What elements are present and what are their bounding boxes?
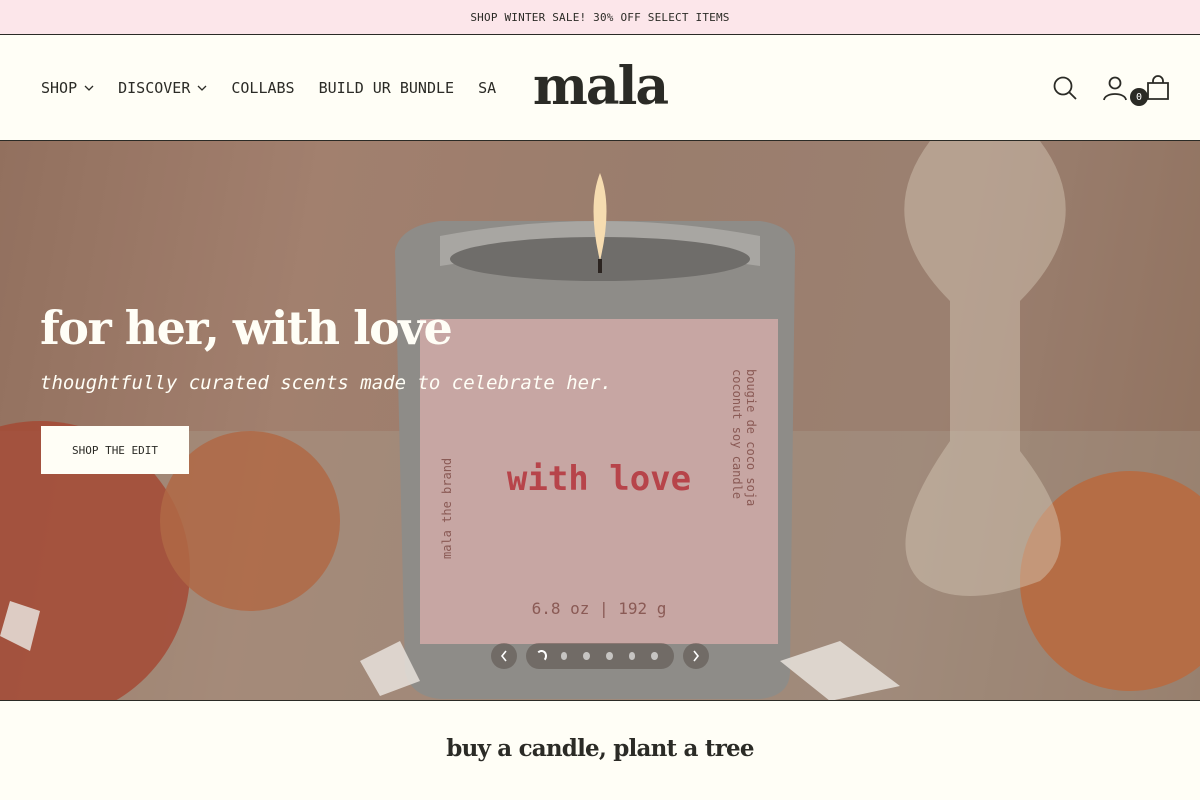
- slide-dot[interactable]: [628, 652, 636, 660]
- slide-dot[interactable]: [560, 652, 568, 660]
- chevron-down-icon: [84, 85, 94, 91]
- hero-subtitle: thoughtfully curated scents made to cele…: [40, 372, 612, 394]
- nav-item-collabs[interactable]: COLLABS: [231, 79, 294, 97]
- nav-item-label: SA: [478, 79, 497, 97]
- section-title: buy a candle, plant a tree: [446, 735, 754, 762]
- candle-label-side-right-1: coconut soy candle: [730, 369, 744, 500]
- slide-dot[interactable]: [651, 652, 659, 660]
- slide-next-button[interactable]: [683, 643, 709, 669]
- nav-item-build-ur-bundle[interactable]: BUILD UR BUNDLE: [319, 79, 454, 97]
- nav-item-shop[interactable]: SHOP: [41, 79, 94, 97]
- site-header: SHOP DISCOVER COLLABS BUILD UR BUNDLE SA…: [0, 35, 1200, 141]
- nav-item-label: COLLABS: [231, 79, 295, 97]
- account-icon[interactable]: [1102, 75, 1128, 101]
- slide-dot[interactable]: [583, 652, 591, 660]
- candle-label-side-left: mala the brand: [440, 457, 454, 559]
- candle-label-side-right-2: bougie de coco soja: [744, 369, 758, 507]
- chevron-left-icon: [500, 650, 507, 662]
- nav-item-label: BUILD UR BUNDLE: [318, 79, 455, 97]
- search-icon[interactable]: [1052, 75, 1078, 101]
- nav-item-sa[interactable]: SA: [478, 79, 496, 97]
- brand-logo[interactable]: mala: [524, 57, 676, 117]
- announcement-bar: SHOP WINTER SALE! 30% OFF SELECT ITEMS: [0, 0, 1200, 35]
- nav-item-discover[interactable]: DISCOVER: [118, 79, 207, 97]
- chevron-right-icon: [693, 650, 700, 662]
- chevron-down-icon: [197, 85, 207, 91]
- slide-dot-active[interactable]: [536, 650, 547, 662]
- hero-title: for her, with love: [40, 301, 453, 355]
- nav-item-label: DISCOVER: [118, 79, 191, 97]
- hero-slideshow: with love mala the brand coconut soy can…: [0, 141, 1200, 701]
- cart-icon[interactable]: [1145, 75, 1171, 101]
- cart-count-badge: 0: [1130, 88, 1148, 106]
- candle-label-size: 6.8 oz | 192 g: [531, 599, 667, 618]
- slide-dot[interactable]: [606, 652, 613, 660]
- slide-prev-button[interactable]: [491, 643, 517, 669]
- candle-label-main: with love: [506, 459, 692, 499]
- nav-item-label: SHOP: [41, 79, 78, 97]
- main-nav: SHOP DISCOVER COLLABS BUILD UR BUNDLE SA: [41, 35, 520, 141]
- announcement-text[interactable]: SHOP WINTER SALE! 30% OFF SELECT ITEMS: [470, 11, 729, 24]
- shop-the-edit-button[interactable]: SHOP THE EDIT: [41, 426, 189, 474]
- slide-pagination: [526, 643, 674, 669]
